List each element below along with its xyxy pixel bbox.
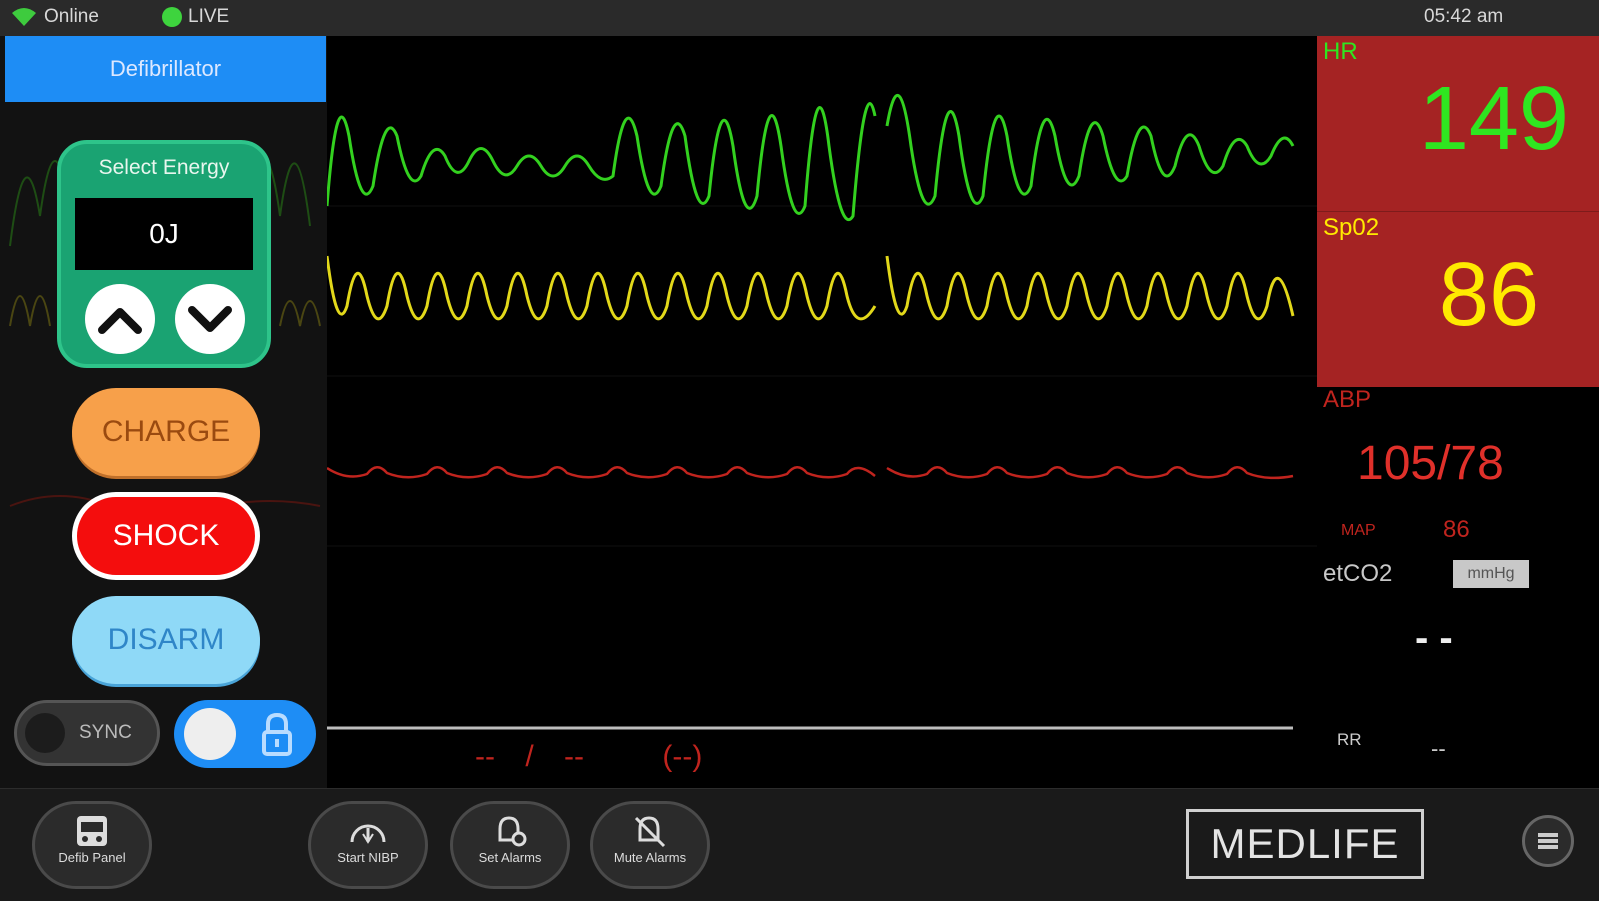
energy-up-button[interactable] (85, 284, 155, 354)
nibp-systolic: -- (475, 740, 495, 773)
bottom-toolbar: Defib Panel Start NIBP Set Alarms Mute A… (0, 788, 1599, 901)
charge-label: CHARGE (101, 415, 231, 448)
gauge-icon (350, 824, 386, 844)
energy-selector: Select Energy 0J (57, 140, 271, 368)
logo-text: MEDLIFE (1210, 820, 1400, 867)
charge-button[interactable]: CHARGE (72, 388, 260, 476)
wifi-icon (12, 8, 36, 26)
bell-off-icon (634, 816, 666, 848)
defib-panel-label: Defib Panel (58, 850, 126, 865)
shock-button[interactable]: SHOCK (72, 492, 260, 580)
shock-label: SHOCK (112, 519, 220, 552)
nibp-mean: (--) (662, 740, 703, 773)
energy-value: 0J (149, 218, 179, 249)
network-status: Online (10, 6, 99, 28)
disarm-label: DISARM (107, 623, 225, 656)
disarm-button[interactable]: DISARM (72, 596, 260, 684)
defib-panel-icon (77, 816, 107, 846)
abp-waveform (327, 466, 1294, 480)
medlife-logo: MEDLIFE (1186, 809, 1424, 879)
defib-panel-button[interactable]: Defib Panel (32, 801, 152, 889)
chevron-up-icon (98, 308, 142, 334)
hr-label: HR (1323, 38, 1358, 65)
spo2-box: Sp02 86 (1317, 211, 1599, 387)
nibp-slash: / (525, 740, 534, 773)
lock-toggle[interactable] (174, 700, 316, 768)
menu-button[interactable] (1522, 815, 1574, 867)
mute-alarms-label: Mute Alarms (613, 850, 687, 865)
start-nibp-button[interactable]: Start NIBP (308, 801, 428, 889)
sync-toggle-knob (25, 713, 65, 753)
network-status-text: Online (44, 6, 99, 27)
lock-icon (262, 712, 292, 756)
rr-value: -- (1431, 736, 1446, 761)
energy-title: Select Energy (98, 156, 230, 179)
vitals-panel: HR 149 Sp02 86 ABP 105/78 MAP 86 etCO2 m… (1317, 36, 1599, 788)
hr-box: HR 149 (1317, 36, 1599, 211)
tab-defibrillator[interactable]: Defibrillator (5, 36, 326, 102)
abp-label: ABP (1323, 386, 1372, 413)
waveform-area (327, 93, 1317, 730)
energy-down-button[interactable] (175, 284, 245, 354)
sync-toggle[interactable]: SYNC (14, 700, 160, 766)
rr-label: RR (1337, 730, 1362, 749)
status-bar: Online LIVE 05:42 am (0, 0, 1599, 36)
etco2-label: etCO2 (1323, 560, 1393, 587)
bell-settings-icon (498, 816, 527, 847)
menu-icon (1538, 833, 1558, 849)
clock: 05:42 am (1424, 6, 1503, 28)
map-label: MAP (1341, 522, 1376, 539)
sync-label: SYNC (79, 722, 132, 743)
pleth-waveform (327, 255, 1295, 321)
map-value: 86 (1443, 516, 1470, 543)
energy-value-display: 0J (75, 198, 253, 270)
live-text: LIVE (188, 6, 230, 27)
hr-value: 149 (1418, 69, 1569, 169)
spo2-value: 86 (1438, 245, 1539, 345)
live-indicator: LIVE (162, 6, 229, 28)
ecg-waveform (327, 93, 1295, 222)
lock-toggle-knob (184, 708, 236, 760)
chevron-down-icon (188, 306, 232, 332)
set-alarms-label: Set Alarms (478, 850, 542, 865)
set-alarms-button[interactable]: Set Alarms (450, 801, 570, 889)
etco2-value: - - (1415, 616, 1453, 660)
live-dot-icon (162, 7, 182, 27)
nibp-readout: -- / -- (--) (475, 740, 702, 774)
mute-alarms-button[interactable]: Mute Alarms (590, 801, 710, 889)
defib-panel: Defibrillator Select Energy 0J CHARGE SH… (0, 36, 327, 788)
start-nibp-label: Start NIBP (337, 850, 399, 865)
etco2-unit: mmHg (1467, 565, 1515, 582)
spo2-label: Sp02 (1323, 214, 1380, 241)
defibrillator-tab-label: Defibrillator (109, 56, 222, 81)
etco2-unit-button[interactable]: mmHg (1453, 560, 1529, 588)
clock-text: 05:42 am (1424, 6, 1504, 27)
abp-value: 105/78 (1357, 437, 1504, 490)
nibp-diastolic: -- (564, 740, 584, 773)
